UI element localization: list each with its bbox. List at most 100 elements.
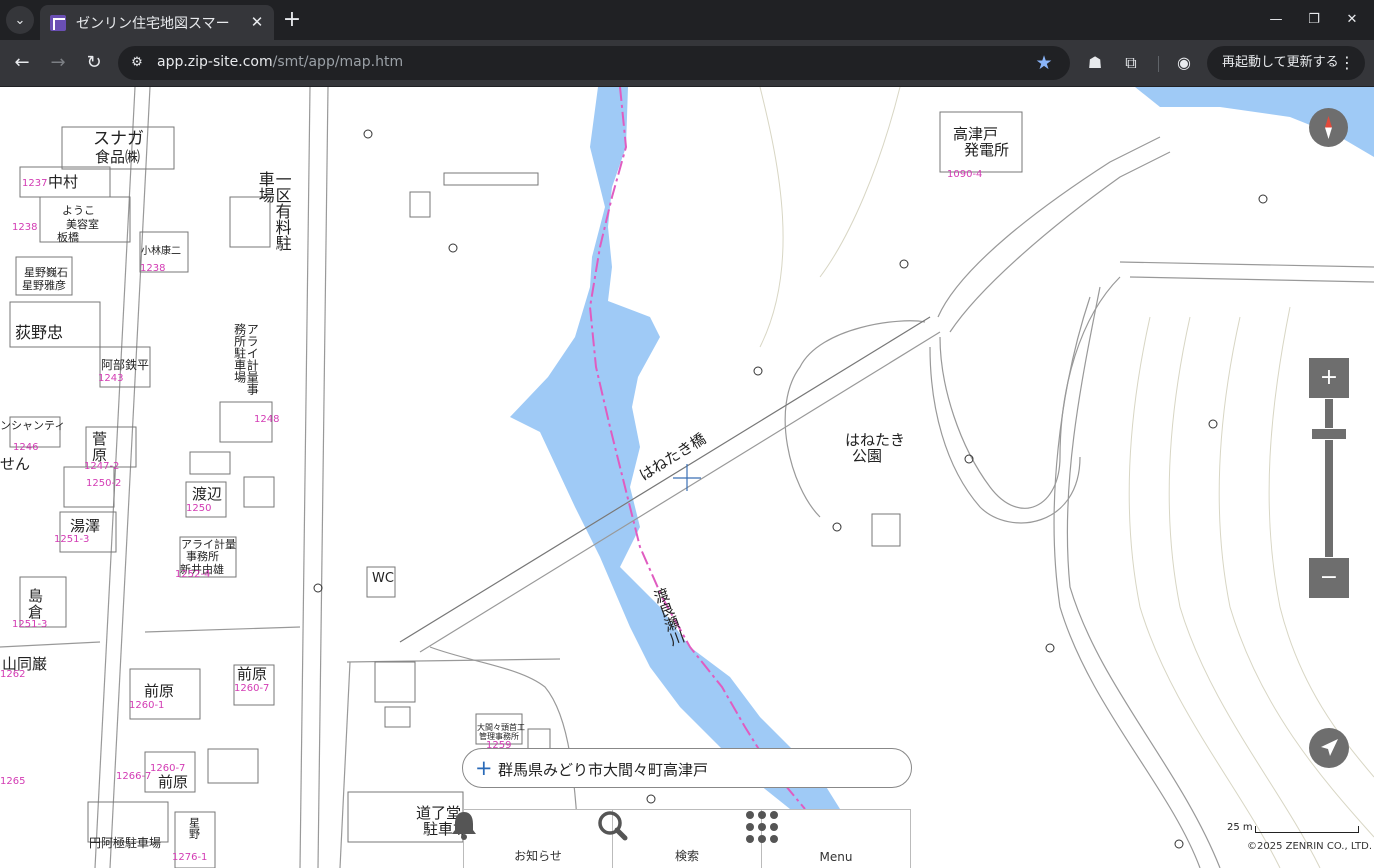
url-path: /smt/app/map.htm [272,54,404,70]
tab-bar: ⌄ ゼンリン住宅地図スマー ✕ + — ❐ ✕ [0,0,1374,40]
label-hoshino-masahiko: 星野雅彦 [22,279,66,292]
zoom-slider-thumb[interactable] [1311,428,1347,440]
address-bar[interactable]: ⚙ app.zip-site.com/smt/app/map.htm ★ [118,46,1070,80]
news-button[interactable]: お知らせ [452,810,613,868]
search-label: 検索 [674,849,699,863]
window-close-icon[interactable]: ✕ [1338,6,1366,34]
lot-number: 1276-1 [172,852,208,863]
label-yuzawa: 湯澤 [70,517,101,535]
label-biyoushitsu: 美容室 [66,218,99,231]
label-youko: ようこ [62,204,95,217]
zoom-out-button[interactable]: − [1309,558,1349,598]
lot-number: 1238 [12,222,38,233]
label-sen: せん [0,455,31,473]
search-button[interactable]: 検索 [598,810,762,868]
extension-puppet-icon[interactable]: ☗ [1081,49,1109,77]
minimize-icon[interactable]: — [1262,6,1290,34]
tab-close-icon[interactable]: ✕ [248,13,266,31]
current-location-icon[interactable] [1309,728,1349,768]
address-search-bar[interactable]: + 群馬県みどり市大間々町高津戸 [462,748,912,788]
label-itabashi: 板橋 [57,231,79,244]
lot-number: 1265 [0,776,26,787]
zoom-slider-track[interactable] [1325,399,1333,557]
menu-label: Menu [819,850,853,864]
bottom-nav: お知らせ 検索 Menu [452,809,911,868]
label-kobayashi: 小林康二 [141,246,181,257]
site-info-icon[interactable]: ⚙ [128,54,146,72]
zenrin-map-canvas[interactable]: スナガ 食品㈱ 中村 ようこ 美容室 板橋 小林康二 星野巍石 星野雅彦 荻野忠… [0,87,1374,868]
relaunch-update-label: 再起動して更新する [1222,55,1339,70]
profile-avatar-icon[interactable]: ◉ [1170,49,1198,77]
extensions-puzzle-icon[interactable]: ⧉ [1117,49,1145,77]
current-address: 群馬県みどり市大間々町高津戸 [498,761,709,779]
lot-number: 1252-4 [175,569,211,580]
tab-title: ゼンリン住宅地図スマー [76,15,230,32]
lot-number: 1247-2 [84,461,120,472]
lot-number: 1237 [22,178,48,189]
label-shanti: ンシャンティ [0,419,66,432]
tab-search-chevron-icon[interactable]: ⌄ [6,6,34,34]
map-scale: 25 m [1227,822,1359,834]
label-shimakura: 島倉 [28,587,44,621]
label-wc: WC [372,571,394,586]
menu-grid-icon [746,811,778,843]
compass-north-icon[interactable] [1309,108,1348,147]
label-maebara-3: 前原 [158,773,189,791]
label-sunaga: スナガ [93,129,144,149]
lot-number: 1262 [0,669,26,680]
lot-number: 1243 [98,373,124,384]
toolbar-separator [1158,56,1159,72]
label-sunaga-store: 食品㈱ [95,148,141,166]
label-maebara-2: 前原 [144,682,175,700]
label-arai-parking: アライ計量事務所駐車場 [232,323,260,395]
lot-number: 1246 [13,442,39,453]
new-tab-plus-icon[interactable]: + [280,6,304,34]
lot-number: 1260-7 [234,683,270,694]
search-icon [598,811,628,841]
bell-icon [452,812,476,840]
label-nakamura: 中村 [48,173,79,191]
zoom-in-button[interactable]: + [1309,358,1349,398]
scale-label: 25 m [1227,822,1253,833]
scale-bar [1255,826,1359,833]
relaunch-update-button[interactable]: 再起動して更新する ⋮ [1207,46,1365,80]
lot-number: 1250-2 [86,478,122,489]
lot-number: 1090-4 [947,169,983,180]
kebab-menu-icon[interactable]: ⋮ [1339,46,1355,80]
tab-active[interactable]: ゼンリン住宅地図スマー ✕ [40,5,274,40]
lot-number: 1248 [254,414,280,425]
label-park-2: 公園 [852,447,883,465]
lot-number: 1251-3 [12,619,48,630]
url-text[interactable]: app.zip-site.com/smt/app/map.htm [157,54,403,70]
lot-number: 1251-3 [54,534,90,545]
label-arai-office-2: 事務所 [186,550,219,563]
label-ogino: 荻野忠 [15,323,64,342]
lot-number: 1266-7 [116,771,152,782]
browser-toolbar: ← → ↻ ⚙ app.zip-site.com/smt/app/map.htm… [0,40,1374,87]
bookmark-star-icon[interactable]: ★ [1032,51,1056,75]
url-host: app.zip-site.com [157,54,273,70]
label-maebara-1: 前原 [237,665,268,683]
back-arrow-icon[interactable]: ← [8,49,36,77]
label-ikku-parking: 一区有料駐車場 [255,171,292,251]
menu-button[interactable]: Menu [746,810,910,868]
plus-icon[interactable]: + [475,756,493,780]
label-arai-office-1: アライ計量 [181,538,236,551]
zenrin-favicon-icon [50,14,66,31]
label-abe: 阿部鉄平 [101,358,150,372]
copyright: ©2025 ZENRIN CO., LTD. [1247,841,1372,852]
forward-arrow-icon[interactable]: → [44,49,72,77]
label-endou-parking: 円阿極駐車場 [89,836,162,850]
lot-number: 1260-7 [150,763,186,774]
label-hoshino-ikuishi: 星野巍石 [24,266,68,279]
lot-number: 1260-1 [129,700,165,711]
lot-number: 1238 [140,263,166,274]
label-hoshino-v: 星野 [187,817,201,839]
reload-icon[interactable]: ↻ [80,49,108,77]
restore-icon[interactable]: ❐ [1300,6,1328,34]
news-label: お知らせ [514,849,562,863]
label-watanabe: 渡辺 [192,485,223,503]
lot-number: 1250 [186,503,212,514]
label-power-2: 発電所 [964,141,1010,159]
label-suga: 菅原 [92,430,108,464]
